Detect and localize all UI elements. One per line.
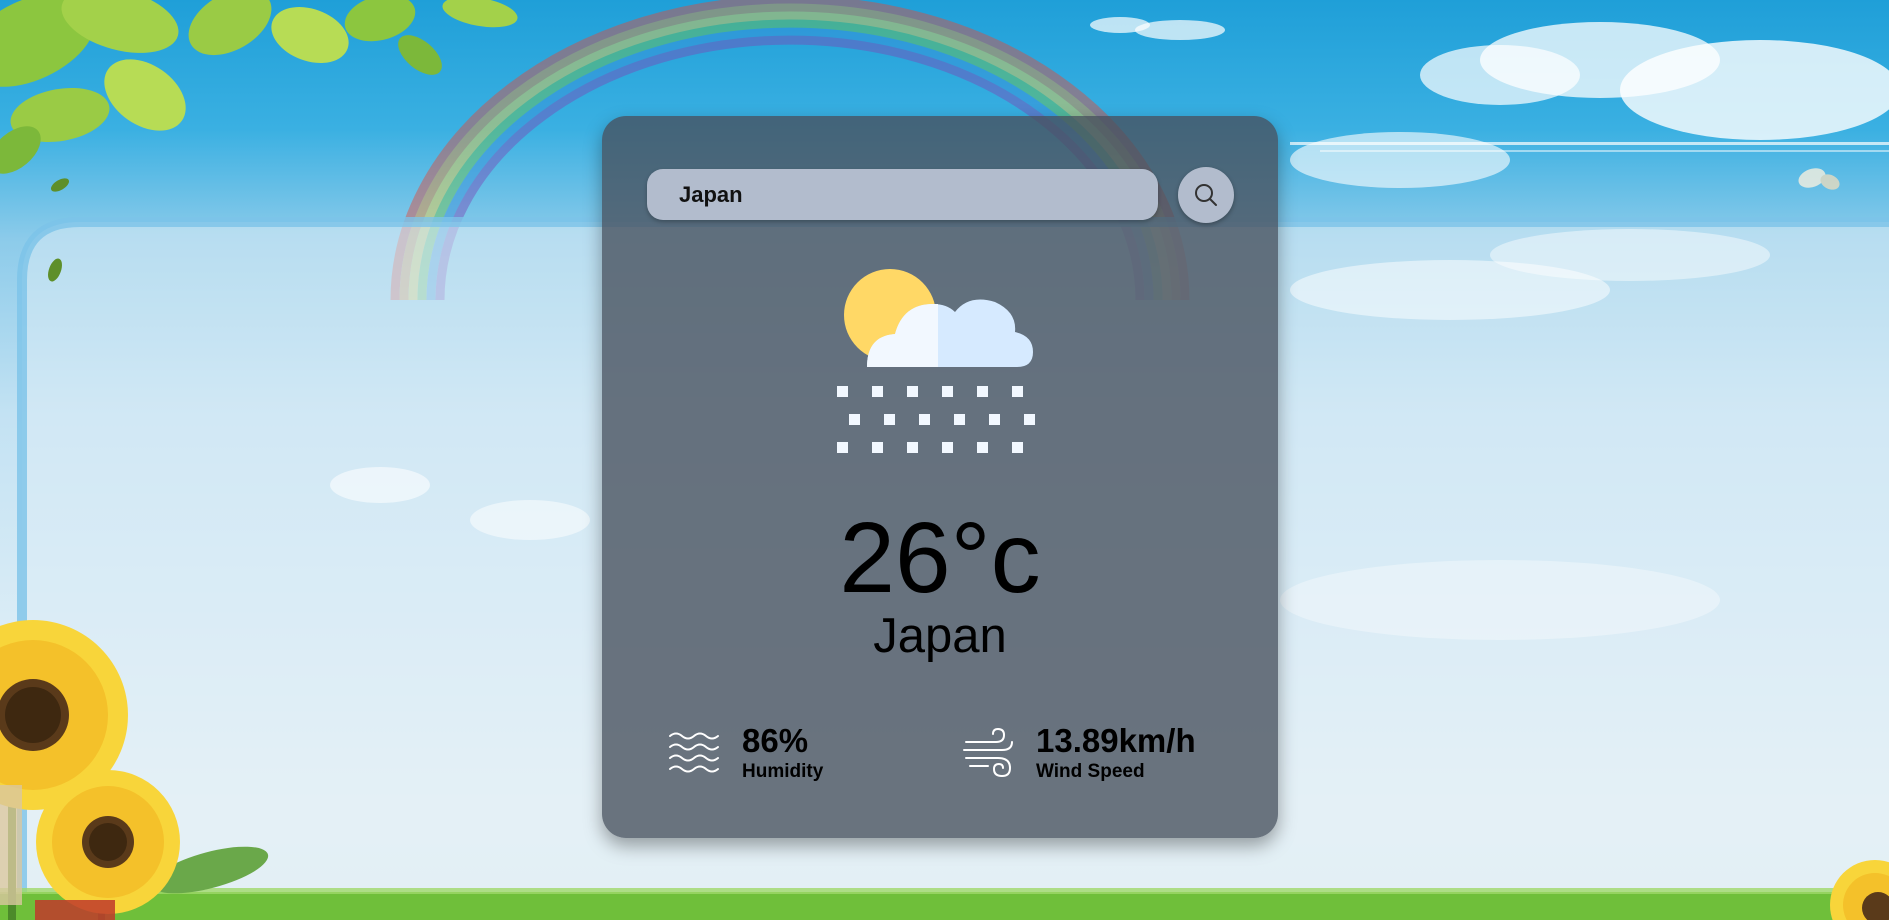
search-icon — [1195, 184, 1217, 206]
search-button[interactable] — [1178, 167, 1234, 223]
humidity-detail: 86% Humidity — [668, 724, 823, 781]
weather-card: 26°c Japan 86% Humidity — [602, 116, 1278, 838]
app-background: 26°c Japan 86% Humidity — [0, 0, 1889, 920]
wind-detail: 13.89km/h Wind Speed — [962, 724, 1196, 781]
wind-speed-value: 13.89km/h — [1036, 722, 1196, 759]
humidity-label: Humidity — [742, 761, 824, 782]
butterfly — [1798, 168, 1840, 190]
cloud-sun-snow-icon — [837, 269, 1035, 453]
temperature-value: 26°c — [839, 502, 1041, 614]
city-name: Japan — [873, 609, 1007, 663]
humidity-waves-icon — [669, 732, 719, 772]
humidity-value: 86% — [742, 722, 809, 759]
wind-speed-label: Wind Speed — [1036, 761, 1145, 782]
grass — [0, 888, 1889, 920]
search-bar — [647, 169, 1158, 220]
search-input[interactable] — [647, 169, 1158, 220]
wind-icon — [963, 727, 1013, 777]
